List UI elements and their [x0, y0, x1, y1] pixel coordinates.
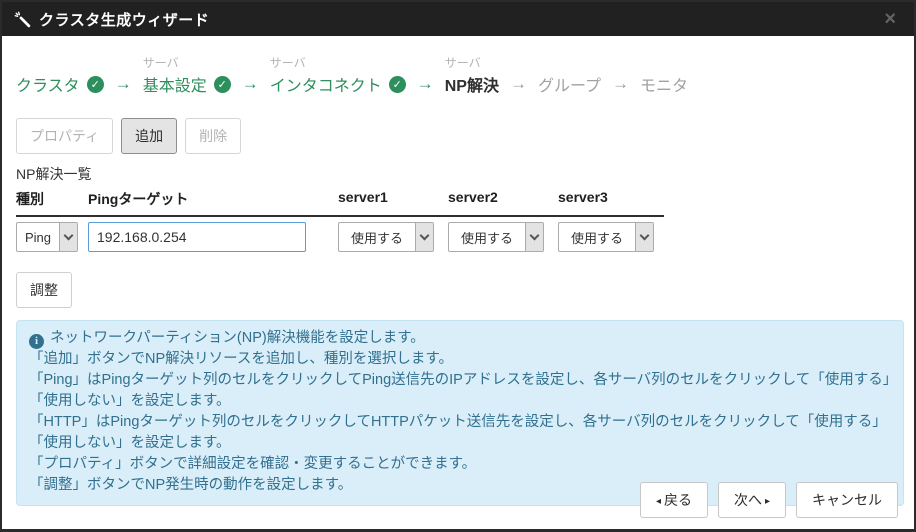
- column-header-type: 種別: [16, 189, 88, 209]
- step-sublabel: サーバ: [270, 54, 406, 72]
- ping-target-input[interactable]: [88, 222, 306, 252]
- toolbar: プロパティ 追加 削除: [16, 118, 900, 154]
- type-select-value: Ping: [17, 223, 59, 251]
- column-header-server3: server3: [558, 189, 664, 209]
- np-table: 種別 Pingターゲット server1 server2 server3 Pin…: [16, 189, 664, 258]
- arrow-right-icon: →: [417, 72, 434, 96]
- check-icon: ✓: [214, 76, 231, 93]
- cancel-button[interactable]: キャンセル: [796, 482, 898, 518]
- server2-select-value: 使用する: [449, 223, 525, 251]
- info-line: 「プロパティ」ボタンで詳細設定を確認・変更することができます。: [29, 454, 891, 475]
- step-label: インタコネクト: [270, 72, 382, 96]
- info-line: i ネットワークパーティション(NP)解決機能を設定します。: [29, 328, 891, 349]
- step-label: NP解決: [445, 72, 499, 96]
- triangle-left-icon: ◂: [656, 496, 661, 507]
- info-line: 「追加」ボタンでNP解決リソースを追加し、種別を選択します。: [29, 349, 891, 370]
- info-text: ネットワークパーティション(NP)解決機能を設定します。: [50, 330, 425, 346]
- adjust-area: 調整: [16, 272, 900, 308]
- back-button[interactable]: ◂戻る: [640, 482, 708, 518]
- chevron-down-icon: [525, 223, 543, 251]
- cluster-wizard-dialog: クラスタ生成ウィザード × クラスタ ✓ → サーバ 基本設定 ✓ → サーバ イン…: [0, 0, 916, 532]
- column-header-server1: server1: [338, 189, 448, 209]
- step-group[interactable]: グループ: [538, 54, 601, 96]
- triangle-right-icon: ▸: [765, 496, 770, 507]
- step-monitor[interactable]: モニタ: [640, 54, 688, 96]
- np-table-header: 種別 Pingターゲット server1 server2 server3: [16, 189, 664, 217]
- np-table-row: Ping 使用する 使用する 使用す: [16, 217, 664, 258]
- info-line: 「使用しない」を設定します。: [29, 391, 891, 412]
- arrow-right-icon: →: [612, 72, 629, 96]
- step-label: クラスタ: [16, 72, 80, 96]
- step-np-resolution[interactable]: サーバ NP解決: [445, 54, 499, 96]
- info-line: 「使用しない」を設定します。: [29, 433, 891, 454]
- arrow-right-icon: →: [242, 72, 259, 96]
- magic-wand-icon: [14, 11, 31, 28]
- footer: ◂戻る 次へ▸ キャンセル: [640, 482, 898, 518]
- server3-select-value: 使用する: [559, 223, 635, 251]
- check-icon: ✓: [389, 76, 406, 93]
- back-button-label: 戻る: [664, 492, 692, 508]
- add-button[interactable]: 追加: [121, 118, 177, 154]
- delete-button[interactable]: 削除: [185, 118, 241, 154]
- chevron-down-icon: [415, 223, 433, 251]
- close-icon[interactable]: ×: [878, 7, 902, 31]
- server2-select[interactable]: 使用する: [448, 222, 544, 252]
- step-server-basic[interactable]: サーバ 基本設定 ✓: [143, 54, 231, 96]
- arrow-right-icon: →: [510, 72, 527, 96]
- server1-select[interactable]: 使用する: [338, 222, 434, 252]
- step-label: モニタ: [640, 72, 688, 96]
- dialog-title: クラスタ生成ウィザード: [39, 9, 209, 30]
- adjust-button[interactable]: 調整: [16, 272, 72, 308]
- chevron-down-icon: [635, 223, 653, 251]
- step-server-interconnect[interactable]: サーバ インタコネクト ✓: [270, 54, 406, 96]
- column-header-ping-target: Pingターゲット: [88, 189, 338, 209]
- info-icon: i: [29, 334, 44, 349]
- step-cluster[interactable]: クラスタ ✓: [16, 54, 104, 96]
- step-sublabel: [640, 54, 688, 72]
- chevron-down-icon: [59, 223, 77, 251]
- next-button[interactable]: 次へ▸: [718, 482, 786, 518]
- server1-select-value: 使用する: [339, 223, 415, 251]
- column-header-server2: server2: [448, 189, 558, 209]
- step-sublabel: サーバ: [143, 54, 231, 72]
- np-list-title: NP解決一覧: [16, 164, 900, 184]
- info-box: i ネットワークパーティション(NP)解決機能を設定します。 「追加」ボタンでNP…: [16, 320, 904, 506]
- wizard-stepper: クラスタ ✓ → サーバ 基本設定 ✓ → サーバ インタコネクト ✓ → サーバ N…: [2, 36, 914, 96]
- step-sublabel: サーバ: [445, 54, 499, 72]
- step-sublabel: [538, 54, 601, 72]
- step-sublabel: [16, 54, 104, 72]
- step-label: 基本設定: [143, 72, 207, 96]
- check-icon: ✓: [87, 76, 104, 93]
- arrow-right-icon: →: [115, 72, 132, 96]
- properties-button[interactable]: プロパティ: [16, 118, 113, 154]
- server3-select[interactable]: 使用する: [558, 222, 654, 252]
- step-label: グループ: [538, 72, 601, 96]
- info-line: 「HTTP」はPingターゲット列のセルをクリックしてHTTPパケット送信先を設…: [29, 412, 891, 433]
- type-select[interactable]: Ping: [16, 222, 78, 252]
- titlebar: クラスタ生成ウィザード ×: [2, 2, 914, 36]
- info-line: 「Ping」はPingターゲット列のセルをクリックしてPing送信先のIPアドレ…: [29, 370, 891, 391]
- next-button-label: 次へ: [734, 492, 762, 508]
